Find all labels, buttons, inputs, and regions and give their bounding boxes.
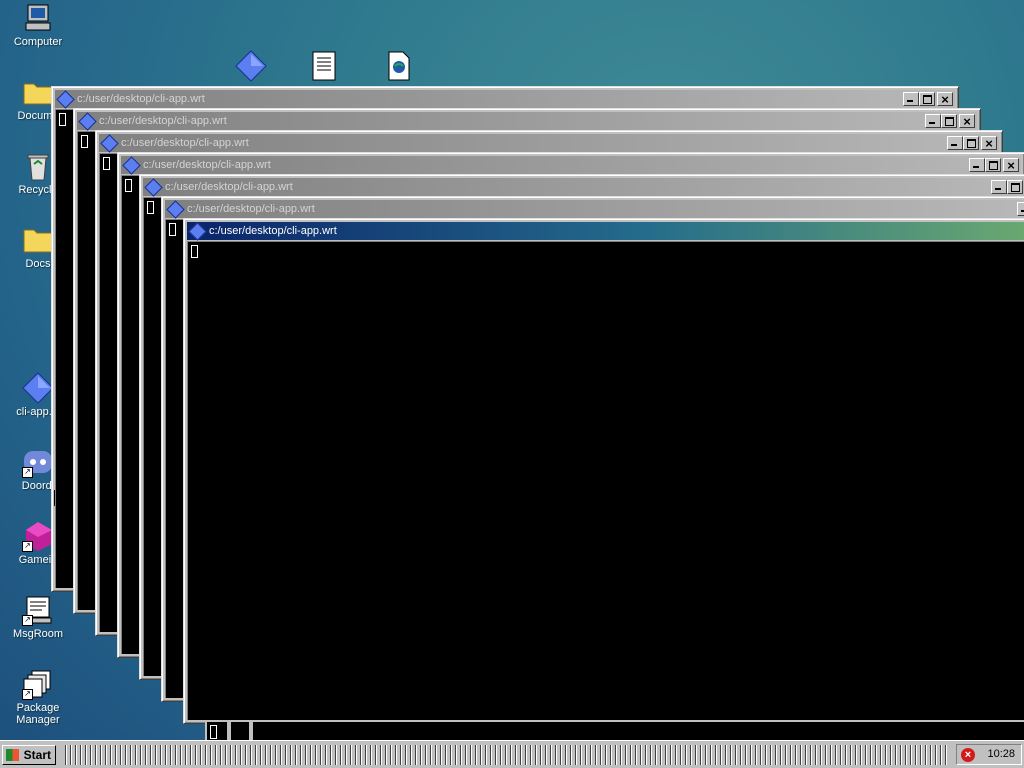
window-titlebar[interactable]: c:/user/desktop/cli-app.wrt	[143, 178, 1024, 197]
terminal-area[interactable]	[187, 241, 1024, 720]
desktop: Computer Docume Recycle Docs cli-app.w ↗…	[0, 0, 1024, 740]
minimize-button[interactable]	[969, 158, 985, 172]
web-document-icon	[383, 50, 415, 82]
text-cursor	[59, 113, 66, 126]
desktop-icon-package-manager[interactable]: ↗ Package Manager	[1, 668, 75, 726]
window-title: c:/user/desktop/cli-app.wrt	[121, 137, 249, 149]
window-title: c:/user/desktop/cli-app.wrt	[187, 203, 315, 215]
window-edge	[227, 722, 231, 740]
maximize-button[interactable]	[1007, 180, 1023, 194]
close-button[interactable]	[959, 113, 975, 131]
minimize-button[interactable]	[991, 180, 1007, 194]
mouse-ibeam-cursor	[54, 490, 60, 506]
window-title: c:/user/desktop/cli-app.wrt	[99, 115, 227, 127]
desktop-icon-label: Package Manager	[16, 702, 60, 726]
discord-icon: ↗	[22, 446, 54, 478]
window-title: c:/user/desktop/cli-app.wrt	[209, 225, 337, 237]
window-titlebar[interactable]: c:/user/desktop/cli-app.wrt	[121, 156, 1021, 175]
clock: 10:28	[987, 748, 1015, 760]
maximize-button[interactable]	[985, 158, 1001, 172]
start-button[interactable]: Start	[2, 745, 56, 765]
app-icon	[100, 134, 119, 153]
minimize-button[interactable]	[947, 136, 963, 150]
msgroom-icon: ↗	[22, 594, 54, 626]
game-icon: ↗	[22, 520, 54, 552]
minimize-button[interactable]	[903, 92, 919, 106]
text-cursor	[103, 157, 110, 170]
text-document-icon	[308, 50, 340, 82]
shortcut-arrow-icon: ↗	[22, 615, 33, 626]
desktop-icon-top-text[interactable]	[287, 50, 361, 84]
app-icon	[144, 178, 163, 197]
close-button[interactable]	[981, 135, 997, 153]
terminal-window-active[interactable]: c:/user/desktop/cli-app.wrt	[183, 218, 1024, 724]
maximize-button[interactable]	[941, 114, 957, 128]
close-button[interactable]	[937, 91, 953, 109]
text-cursor	[169, 223, 176, 236]
window-title: c:/user/desktop/cli-app.wrt	[165, 181, 293, 193]
window-title: c:/user/desktop/cli-app.wrt	[143, 159, 271, 171]
window-titlebar[interactable]: c:/user/desktop/cli-app.wrt	[99, 134, 999, 153]
taskbar-task-area[interactable]	[62, 745, 950, 765]
desktop-icon-top-app[interactable]	[214, 50, 288, 84]
close-button[interactable]	[1003, 157, 1019, 175]
app-icon	[56, 90, 75, 109]
maximize-button[interactable]	[963, 136, 979, 150]
computer-icon	[22, 2, 54, 34]
taskbar: Start × 10:28	[0, 740, 1024, 768]
app-icon	[122, 156, 141, 175]
window-titlebar[interactable]: c:/user/desktop/cli-app.wrt	[77, 112, 977, 131]
package-manager-icon: ↗	[22, 668, 54, 700]
window-edge	[249, 722, 253, 740]
recycle-bin-icon	[22, 150, 54, 182]
folder-icon	[22, 224, 54, 256]
window-titlebar[interactable]: c:/user/desktop/cli-app.wrt	[55, 90, 955, 109]
desktop-icon-msgroom[interactable]: ↗ MsgRoom	[1, 594, 75, 640]
app-icon	[78, 112, 97, 131]
text-cursor	[125, 179, 132, 192]
desktop-icon-computer[interactable]: Computer	[1, 2, 75, 48]
text-cursor	[81, 135, 88, 148]
system-tray: × 10:28	[956, 744, 1022, 765]
error-icon[interactable]: ×	[961, 748, 975, 762]
window-titlebar[interactable]: c:/user/desktop/cli-app.wrt	[187, 222, 1024, 241]
shortcut-arrow-icon: ↗	[22, 541, 33, 552]
app-icon	[188, 222, 207, 241]
window-edge	[205, 722, 1024, 740]
diamond-app-icon	[235, 50, 267, 82]
text-cursor	[210, 725, 217, 739]
start-label: Start	[23, 748, 51, 762]
folder-icon	[22, 76, 54, 108]
maximize-button[interactable]	[919, 92, 935, 106]
shortcut-arrow-icon: ↗	[22, 467, 33, 478]
window-titlebar[interactable]: c:/user/desktop/cli-app.wrt	[165, 200, 1024, 219]
minimize-button[interactable]	[1017, 202, 1024, 216]
app-icon	[166, 200, 185, 219]
shortcut-arrow-icon: ↗	[22, 689, 33, 700]
text-cursor	[147, 201, 154, 214]
window-title: c:/user/desktop/cli-app.wrt	[77, 93, 205, 105]
text-cursor	[191, 245, 198, 258]
minimize-button[interactable]	[925, 114, 941, 128]
desktop-icon-label: MsgRoom	[12, 628, 64, 640]
start-logo-icon	[6, 749, 19, 761]
desktop-icon-label: Computer	[13, 36, 63, 48]
desktop-icon-top-web[interactable]	[362, 50, 436, 84]
diamond-app-icon	[22, 372, 54, 404]
